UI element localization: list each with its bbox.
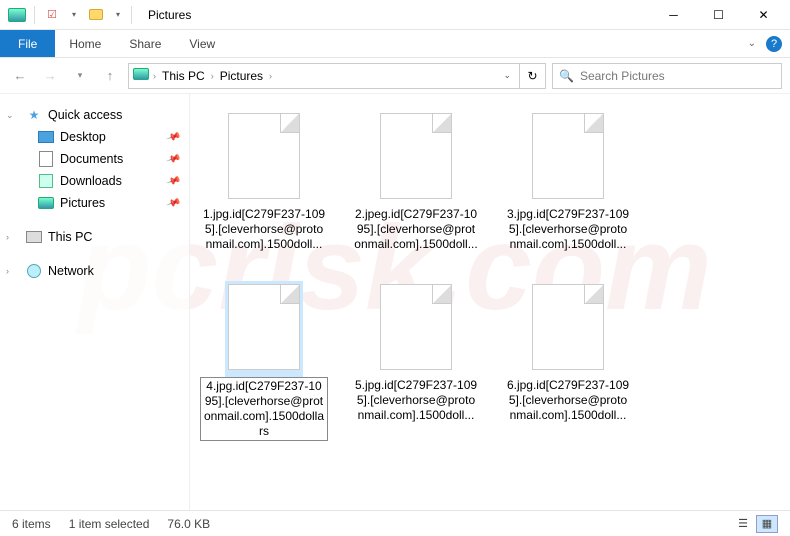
status-bar: 6 items 1 item selected 76.0 KB ☰ ▦ (0, 510, 790, 536)
file-thumbnail (532, 113, 604, 199)
navigation-row: ← → ▾ ↑ › This PC › Pictures › ⌄ ↻ 🔍 Sea… (0, 58, 790, 94)
document-icon (38, 151, 54, 167)
breadcrumb[interactable]: This PC (160, 69, 207, 83)
close-button[interactable]: ✕ (741, 0, 786, 30)
help-icon[interactable]: ? (766, 36, 782, 52)
file-name: 2.jpeg.id[C279F237-1095].[cleverhorse@pr… (352, 206, 480, 253)
maximize-button[interactable]: ☐ (696, 0, 741, 30)
address-bar[interactable]: › This PC › Pictures › ⌄ (128, 63, 520, 89)
file-item[interactable]: 1.jpg.id[C279F237-1095].[cleverhorse@pro… (200, 110, 328, 253)
star-icon: ★ (26, 107, 42, 123)
sidebar-item-downloads[interactable]: Downloads 📌 (0, 170, 189, 192)
file-item[interactable]: 6.jpg.id[C279F237-1095].[cleverhorse@pro… (504, 281, 632, 441)
file-tab[interactable]: File (0, 30, 55, 57)
titlebar: ☑ ▾ ▾ Pictures ─ ☐ ✕ (0, 0, 790, 30)
file-item[interactable]: 2.jpeg.id[C279F237-1095].[cleverhorse@pr… (352, 110, 480, 253)
sidebar-item-label: Documents (60, 152, 123, 166)
forward-button[interactable]: → (38, 64, 62, 88)
file-item[interactable]: 3.jpg.id[C279F237-1095].[cleverhorse@pro… (504, 110, 632, 253)
sidebar: ⌄ ★ Quick access Desktop 📌 Documents 📌 D… (0, 94, 190, 510)
chevron-right-icon[interactable]: › (6, 232, 9, 242)
qat-customize-icon[interactable]: ▾ (109, 6, 127, 24)
tab-home[interactable]: Home (55, 30, 115, 57)
file-name: 1.jpg.id[C279F237-1095].[cleverhorse@pro… (200, 206, 328, 253)
sidebar-label: This PC (48, 230, 92, 244)
pictures-icon (38, 195, 54, 211)
pin-icon: 📌 (165, 173, 181, 188)
separator (34, 6, 35, 24)
sidebar-item-label: Pictures (60, 196, 105, 210)
status-size: 76.0 KB (167, 517, 210, 531)
sidebar-network[interactable]: › Network (0, 260, 189, 282)
network-icon (26, 263, 42, 279)
ribbon-expand-icon[interactable]: ⌄ (748, 38, 756, 49)
sidebar-item-label: Downloads (60, 174, 122, 188)
file-item[interactable]: 5.jpg.id[C279F237-1095].[cleverhorse@pro… (352, 281, 480, 441)
download-icon (38, 173, 54, 189)
sidebar-label: Quick access (48, 108, 122, 122)
sidebar-item-documents[interactable]: Documents 📌 (0, 148, 189, 170)
breadcrumb[interactable]: Pictures (218, 69, 265, 83)
file-name: 6.jpg.id[C279F237-1095].[cleverhorse@pro… (504, 377, 632, 424)
window-title: Pictures (148, 8, 191, 22)
status-count: 6 items (12, 517, 51, 531)
search-icon: 🔍 (559, 69, 574, 83)
file-grid[interactable]: 1.jpg.id[C279F237-1095].[cleverhorse@pro… (190, 94, 790, 510)
file-thumbnail (380, 284, 452, 370)
desktop-icon (38, 129, 54, 145)
refresh-button[interactable]: ↻ (520, 63, 546, 89)
sidebar-this-pc[interactable]: › This PC (0, 226, 189, 248)
tab-share[interactable]: Share (115, 30, 175, 57)
sidebar-label: Network (48, 264, 94, 278)
qat-dropdown-icon[interactable]: ▾ (65, 6, 83, 24)
pin-icon: 📌 (165, 195, 181, 210)
sidebar-quick-access[interactable]: ⌄ ★ Quick access (0, 104, 189, 126)
file-name: 5.jpg.id[C279F237-1095].[cleverhorse@pro… (352, 377, 480, 424)
addr-icon (133, 68, 149, 83)
addr-dropdown-icon[interactable]: ⌄ (503, 70, 515, 81)
qat-newfolder-icon[interactable] (87, 6, 105, 24)
tab-view[interactable]: View (175, 30, 229, 57)
pc-icon (26, 229, 42, 245)
view-details-button[interactable]: ☰ (732, 515, 754, 533)
chevron-right-icon: › (153, 71, 156, 81)
back-button[interactable]: ← (8, 64, 32, 88)
chevron-right-icon[interactable]: › (6, 266, 9, 276)
sidebar-item-label: Desktop (60, 130, 106, 144)
recent-dropdown[interactable]: ▾ (68, 64, 92, 88)
file-thumbnail (228, 284, 300, 370)
file-thumbnail (380, 113, 452, 199)
up-button[interactable]: ↑ (98, 64, 122, 88)
file-name: 3.jpg.id[C279F237-1095].[cleverhorse@pro… (504, 206, 632, 253)
minimize-button[interactable]: ─ (651, 0, 696, 30)
separator (131, 6, 132, 24)
ribbon: File Home Share View ⌄ ? (0, 30, 790, 58)
search-input[interactable]: 🔍 Search Pictures (552, 63, 782, 89)
view-large-icons-button[interactable]: ▦ (756, 515, 778, 533)
file-thumbnail (532, 284, 604, 370)
file-name: 4.jpg.id[C279F237-1095].[cleverhorse@pro… (200, 377, 328, 441)
qat-properties-icon[interactable]: ☑ (43, 6, 61, 24)
pin-icon: 📌 (165, 151, 181, 166)
chevron-right-icon: › (211, 71, 214, 81)
file-thumbnail (228, 113, 300, 199)
chevron-right-icon: › (269, 71, 272, 81)
search-placeholder: Search Pictures (580, 69, 665, 83)
sidebar-item-pictures[interactable]: Pictures 📌 (0, 192, 189, 214)
status-selection: 1 item selected (69, 517, 150, 531)
chevron-down-icon[interactable]: ⌄ (6, 110, 14, 121)
file-item[interactable]: 4.jpg.id[C279F237-1095].[cleverhorse@pro… (200, 281, 328, 441)
sidebar-item-desktop[interactable]: Desktop 📌 (0, 126, 189, 148)
pin-icon: 📌 (165, 129, 181, 144)
app-icon (8, 6, 26, 24)
